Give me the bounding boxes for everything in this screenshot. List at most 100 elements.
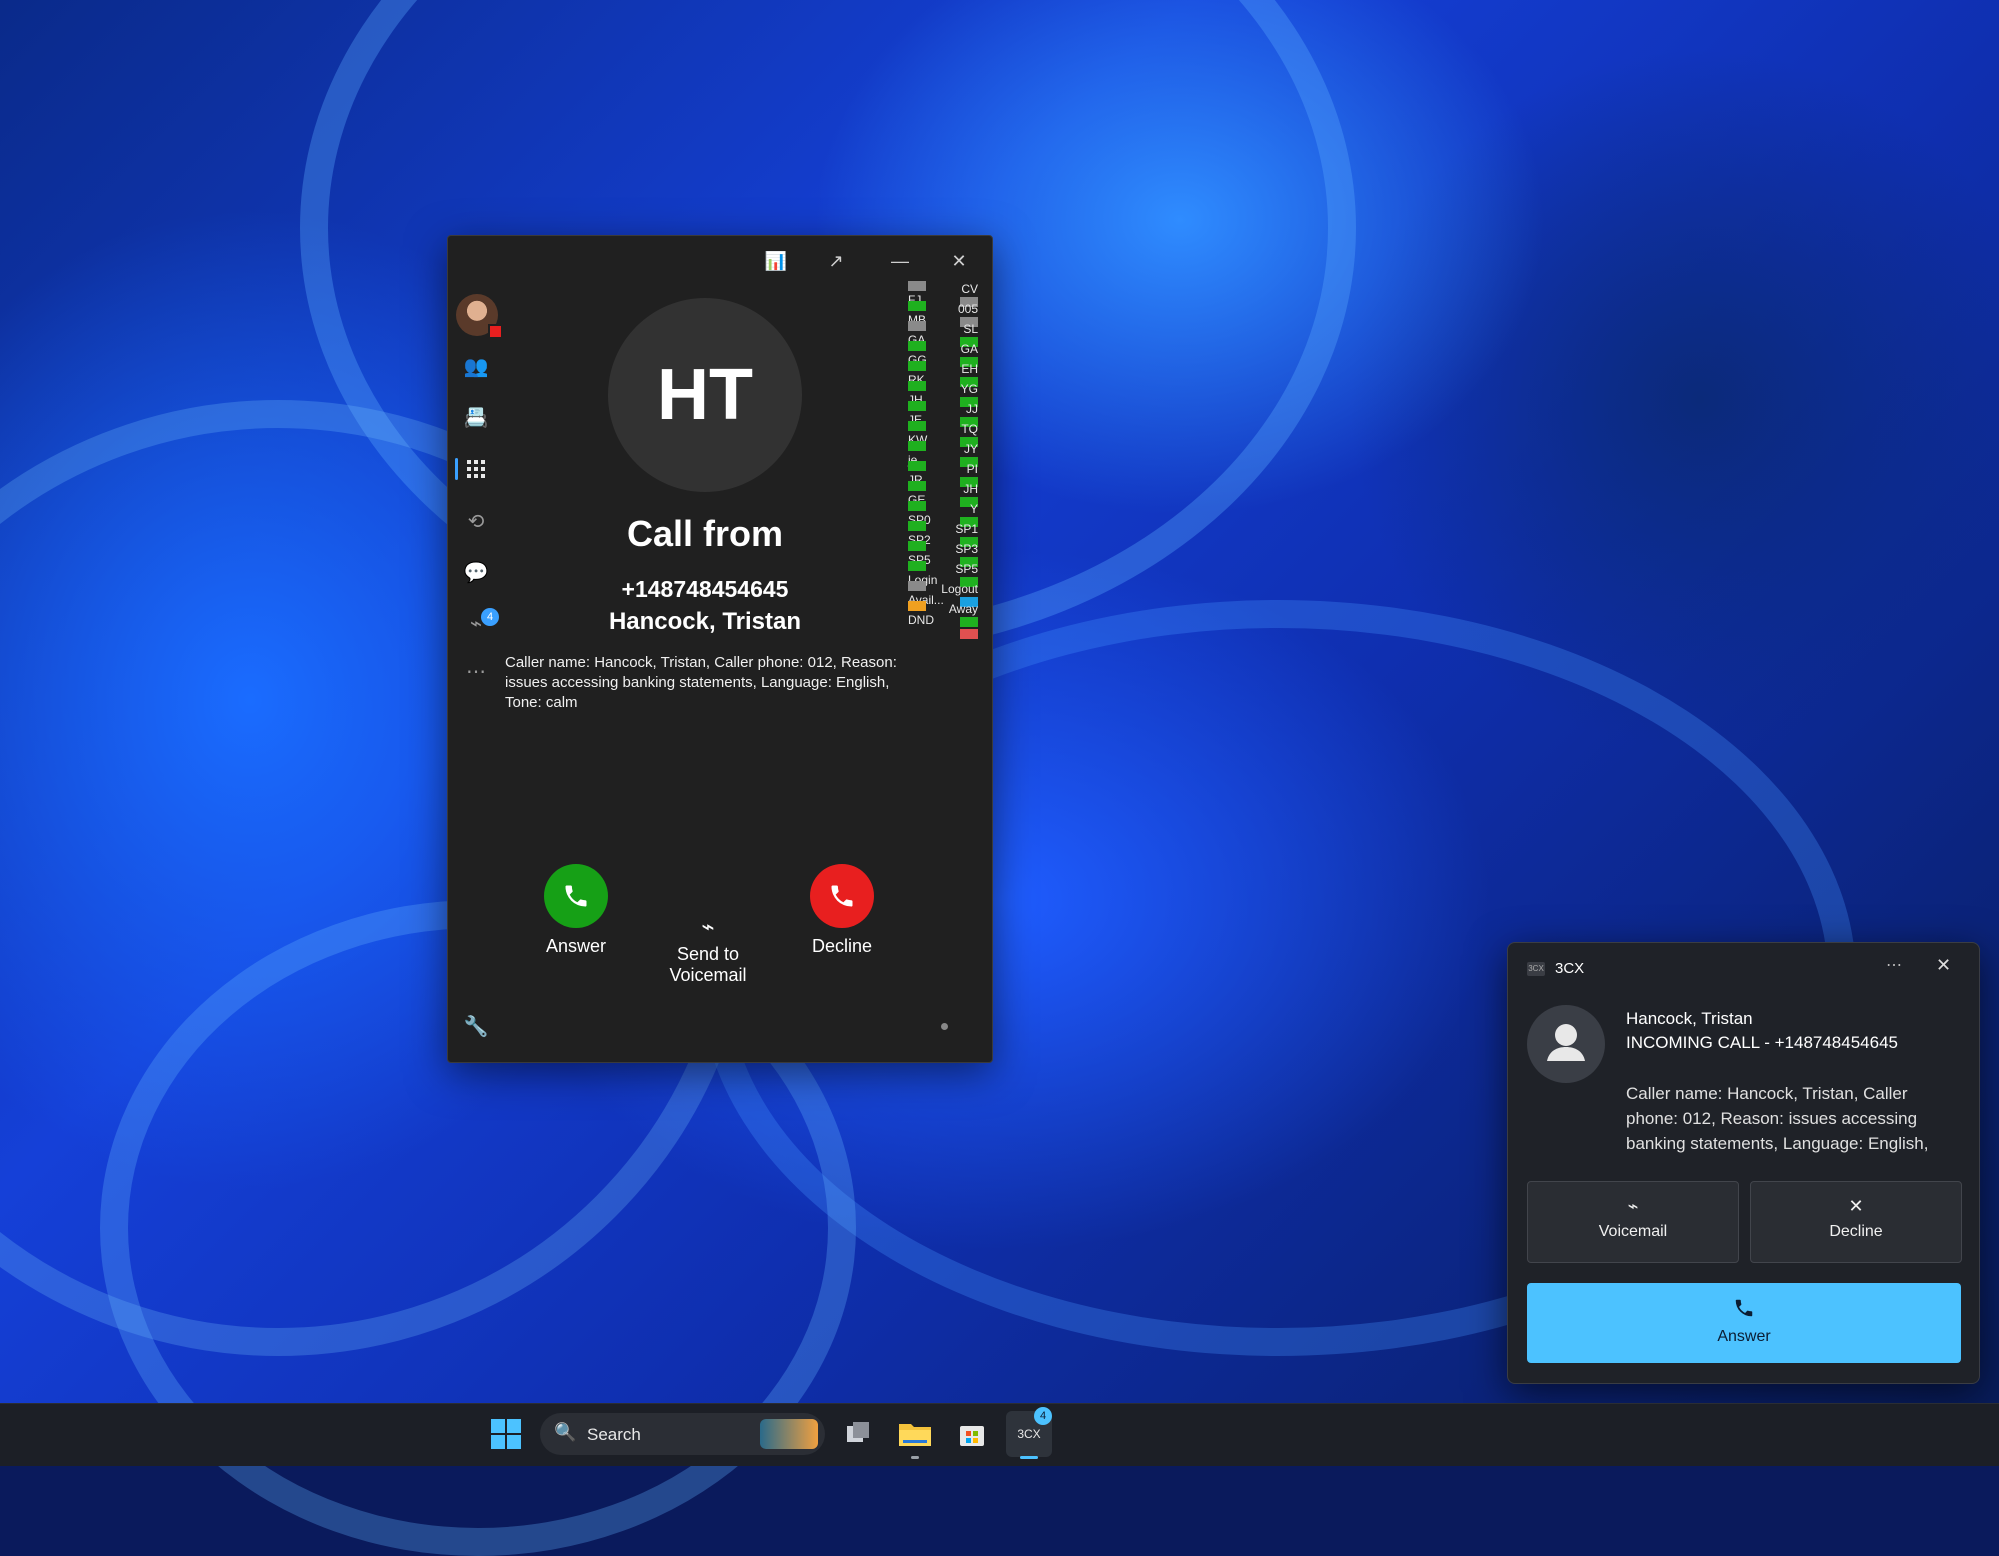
toast-voicemail-label: Voicemail	[1598, 1223, 1668, 1240]
presence-label[interactable]: Y	[970, 502, 978, 516]
status-indicator	[488, 324, 503, 339]
app-name: 3CX	[1555, 960, 1585, 977]
caller-name: Hancock, Tristan	[608, 608, 802, 635]
presence-label[interactable]: JH	[963, 482, 978, 496]
answer-label: Answer	[545, 936, 607, 956]
presence-indicator	[908, 501, 926, 511]
caller-initials: HT	[608, 298, 802, 492]
presence-label[interactable]: Away	[949, 602, 978, 616]
presence-indicator	[908, 601, 926, 611]
presence-label[interactable]: JJ	[966, 402, 978, 416]
presence-label[interactable]: PI	[967, 462, 978, 476]
presence-label[interactable]: SP3	[955, 542, 978, 556]
toast-incoming-text: INCOMING CALL - +148748454645	[1626, 1033, 1898, 1052]
close-button[interactable]: ✕	[943, 246, 975, 276]
caller-number: +148748454645	[621, 576, 789, 602]
toast-voicemail-button[interactable]: ⌁ Voicemail	[1527, 1181, 1739, 1263]
dialpad-icon[interactable]	[461, 454, 491, 484]
caller-avatar-icon	[1527, 1005, 1605, 1083]
presence-indicator	[908, 281, 926, 291]
presence-label[interactable]: DND	[908, 613, 934, 627]
toast-decline-button[interactable]: ✕ Decline	[1750, 1181, 1962, 1263]
store-icon[interactable]	[954, 1416, 990, 1452]
start-icon[interactable]	[488, 1416, 524, 1452]
presence-label[interactable]: 005	[958, 302, 978, 316]
presence-indicator	[908, 461, 926, 471]
stats-icon[interactable]: 📊	[760, 246, 792, 276]
presence-indicator	[908, 521, 926, 531]
active-indicator	[455, 458, 458, 480]
presence-indicator	[908, 401, 926, 411]
phone-icon	[544, 864, 608, 928]
toast-answer-label: Answer	[1717, 1328, 1771, 1345]
phone-window: 📊 ↗ — ✕ 👥 📇 ⟲ 💬 ⌁ 4 ⋯ 🔧 HT Call from +14…	[447, 235, 993, 1063]
presence-indicator	[908, 301, 926, 311]
call-from-title: Call from	[626, 513, 784, 554]
voicemail-icon: ⌁	[701, 914, 715, 939]
3cx-running-indicator	[1020, 1456, 1038, 1459]
3cx-badge: 4	[1034, 1407, 1052, 1425]
presence-label[interactable]: SL	[963, 322, 978, 336]
toast-answer-button[interactable]: Answer	[1527, 1283, 1961, 1363]
3cx-logo-icon: 3CX	[1017, 1427, 1041, 1441]
minimize-button[interactable]: —	[884, 246, 916, 276]
search-icon: 🔍	[554, 1422, 577, 1442]
send-to-voicemail-button[interactable]: ⌁ Send to Voicemail	[653, 914, 763, 986]
presence-panel: FJ MB GA GG RK JH JE KW je JR GE SP0 SP2 SP5 Login Avai…	[906, 281, 986, 1001]
presence-indicator	[908, 421, 926, 431]
close-icon[interactable]: ✕	[1936, 955, 1951, 976]
task-view-icon[interactable]	[840, 1416, 876, 1452]
decline-button[interactable]: Decline	[796, 864, 888, 957]
presence-indicator	[908, 481, 926, 491]
taskbar-search[interactable]: 🔍 Search	[540, 1413, 825, 1455]
presence-indicator	[908, 441, 926, 451]
file-explorer-icon[interactable]	[897, 1416, 933, 1452]
presence-label[interactable]: GA	[961, 342, 978, 356]
presence-indicator	[908, 341, 926, 351]
phone-hangup-icon	[810, 864, 874, 928]
taskbar: 🔍 Search 3CX 4	[0, 1403, 1999, 1466]
toast-body: Caller name: Hancock, Tristan, Caller ph…	[1626, 1084, 1929, 1153]
presence-label[interactable]: TQ	[961, 422, 978, 436]
presence-label[interactable]: CV	[961, 282, 978, 296]
voicemail-label-line1: Send to	[676, 944, 740, 964]
toast-caller-name: Hancock, Tristan	[1626, 1009, 1753, 1028]
more-options-icon[interactable]: ⋯	[1886, 955, 1902, 975]
presence-indicator	[908, 361, 926, 371]
presence-indicator	[908, 581, 926, 591]
more-icon[interactable]: ⋯	[461, 656, 491, 686]
scroll-dot	[941, 1023, 948, 1030]
presence-indicator	[908, 561, 926, 571]
presence-label[interactable]: SP1	[955, 522, 978, 536]
people-icon[interactable]: 👥	[461, 351, 491, 381]
contacts-icon[interactable]: 📇	[461, 402, 491, 432]
voicemail-icon: ⌁	[1627, 1196, 1639, 1216]
search-placeholder: Search	[587, 1425, 641, 1444]
presence-label[interactable]: Logout	[941, 582, 978, 596]
phone-icon	[1527, 1297, 1961, 1324]
close-icon: ✕	[1848, 1196, 1864, 1216]
toast-decline-label: Decline	[1829, 1223, 1883, 1240]
presence-indicator	[960, 617, 978, 627]
answer-button[interactable]: Answer	[530, 864, 622, 957]
chat-icon[interactable]: 💬	[461, 557, 491, 587]
presence-indicator	[908, 381, 926, 391]
presence-indicator	[908, 321, 926, 331]
popout-icon[interactable]: ↗	[820, 246, 852, 276]
explorer-running-indicator	[911, 1456, 919, 1459]
app-logo-icon: 3CX	[1527, 962, 1545, 976]
settings-icon[interactable]: 🔧	[461, 1011, 491, 1041]
decline-label: Decline	[811, 936, 873, 956]
presence-label[interactable]: JY	[964, 442, 978, 456]
caller-description: Caller name: Hancock, Tristan, Caller ph…	[505, 654, 897, 711]
incoming-call-notification: 3CX 3CX ⋯ ✕ Hancock, Tristan INCOMING CA…	[1507, 942, 1980, 1384]
voicemail-badge: 4	[481, 608, 499, 626]
search-highlight-image	[760, 1419, 818, 1449]
presence-label[interactable]: EH	[961, 362, 978, 376]
presence-indicator	[908, 541, 926, 551]
presence-indicator-dnd	[960, 629, 978, 639]
presence-label[interactable]: YG	[961, 382, 978, 396]
presence-label[interactable]: SP5	[955, 562, 978, 576]
voicemail-label-line2: Voicemail	[669, 965, 747, 985]
history-icon[interactable]: ⟲	[461, 506, 491, 536]
